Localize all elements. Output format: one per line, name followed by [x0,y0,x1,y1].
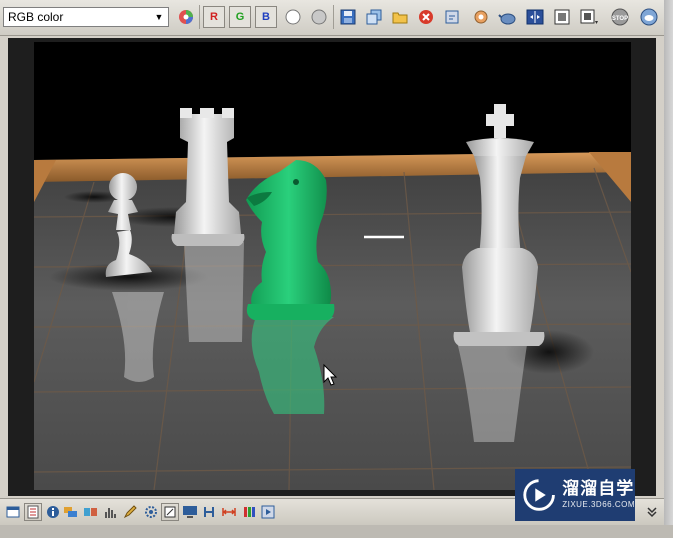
watermark-title: 溜溜自学 [562,479,635,498]
green-channel-label: G [235,11,245,23]
color-wheel-button[interactable] [175,6,197,28]
color-bars-icon [244,507,255,517]
layers-icon [64,507,77,517]
pencil-icon [123,505,137,519]
play-button[interactable] [259,503,277,521]
open-folder-button[interactable] [389,6,411,28]
render-button[interactable] [638,6,660,28]
monochrome-button[interactable] [308,6,330,28]
crop-icon [164,506,176,518]
window-button[interactable] [4,503,22,521]
watermark: 溜溜自学 ZIXUE.3D66.COM [515,469,635,521]
alpha-channel-button[interactable] [282,6,304,28]
teapot-gear-icon [474,10,488,24]
white-circle-icon [285,9,301,25]
gear-icon [145,506,157,518]
watermark-subtitle: ZIXUE.3D66.COM [562,500,635,509]
layers-button[interactable] [62,503,80,521]
bars-button[interactable] [240,503,258,521]
info-icon [47,506,59,518]
red-channel-toggle[interactable]: R [203,6,225,28]
environment-button[interactable] [497,6,519,28]
picture-icon [554,9,570,25]
history-button[interactable] [24,503,42,521]
histogram-button[interactable] [102,503,120,521]
rendered-frame-window: RGB color ▼ R G B STOP [0,0,665,538]
red-channel-label: R [210,11,218,23]
color-wheel-icon [179,10,193,24]
watermark-play-logo-icon [523,479,555,511]
compare-icon [84,508,97,516]
crop-region-toggle[interactable] [161,503,179,521]
fit-width-icon [222,508,236,516]
split-view-icon [526,9,544,25]
clone-icon [366,9,382,25]
top-toolbar: RGB color ▼ R G B STOP [0,0,664,36]
horizontal-button[interactable] [200,503,218,521]
window-icon [6,506,20,518]
folder-icon [392,12,408,24]
edit-button[interactable] [122,503,140,521]
save-image-button[interactable] [337,6,359,28]
stop-render-button[interactable]: STOP [609,6,631,28]
compare-button[interactable] [82,503,100,521]
region-icon [580,9,598,24]
fit-width-button[interactable] [220,503,238,521]
print-button[interactable] [441,6,463,28]
region-button[interactable] [578,6,600,28]
histogram-icon [105,508,116,518]
render-setup-button[interactable] [470,6,492,28]
gray-circle-icon [311,9,327,25]
stop-icon: STOP [611,8,629,26]
split-view-button[interactable] [524,6,546,28]
floppy-disk-icon [340,9,356,25]
settings-button[interactable] [142,503,160,521]
green-channel-toggle[interactable]: G [229,6,251,28]
image-info-button[interactable] [551,6,573,28]
render-teapot-icon [640,8,658,26]
monitor-button[interactable] [181,503,199,521]
chess-render-image [34,104,631,490]
print-icon [445,10,459,24]
window-bottom-edge [0,525,673,538]
channel-display-dropdown[interactable]: RGB color ▼ [3,7,169,27]
clear-button[interactable] [415,6,437,28]
h-letter-icon [204,507,214,517]
expand-toolbar-button[interactable] [643,503,661,521]
monitor-icon [183,506,197,518]
rendered-image[interactable] [34,42,631,490]
blue-channel-label: B [262,11,270,23]
info-button[interactable] [44,503,62,521]
blue-channel-toggle[interactable]: B [255,6,277,28]
list-icon [27,505,39,519]
clone-frame-button[interactable] [363,6,385,28]
double-chevron-down-icon [647,507,657,518]
play-icon [261,505,275,519]
window-edge [664,0,673,538]
channel-display-value: RGB color [8,10,64,24]
svg-text:STOP: STOP [612,16,628,22]
teapot-icon [498,13,516,25]
chevron-down-icon[interactable]: ▼ [152,9,166,25]
close-icon [419,10,433,24]
